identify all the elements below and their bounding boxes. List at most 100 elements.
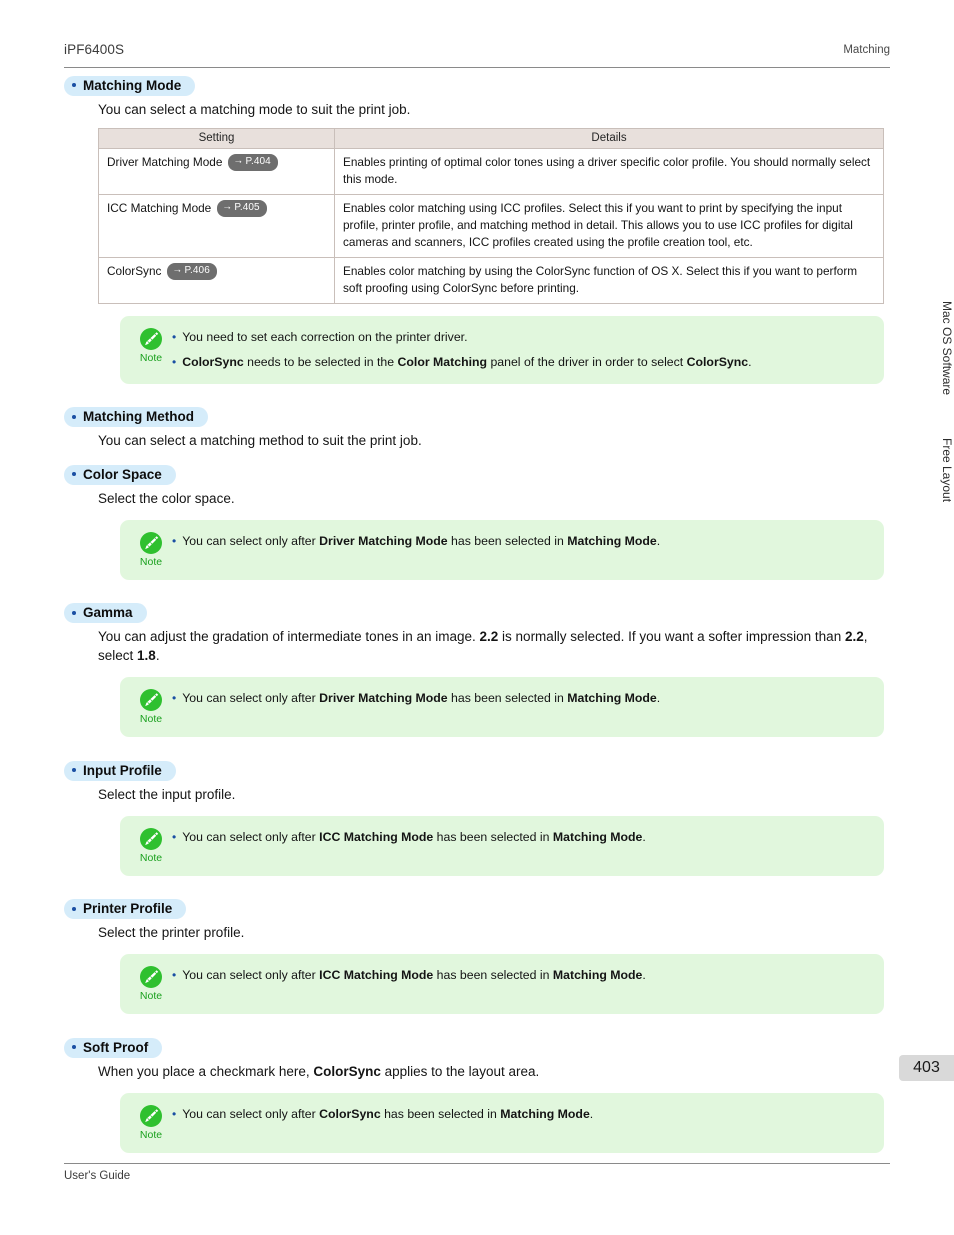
note-text-part: You can select only after	[182, 691, 320, 705]
pencil-note-icon	[140, 966, 162, 988]
note-box-color-space: Note • You can select only after Driver …	[120, 519, 884, 580]
note-emphasis: ICC Matching Mode	[319, 968, 434, 982]
note-text-part: has been selected in	[433, 829, 553, 844]
body-text-part: is normally selected. If you want a soft…	[498, 629, 845, 644]
note-text-part: has been selected in	[447, 691, 568, 705]
body-emphasis: 1.8	[137, 648, 156, 663]
note-content: • You can select only after Driver Match…	[172, 687, 872, 708]
table-row: Driver Matching Mode → P.404 Enables prin…	[98, 147, 884, 195]
note-item: • You can select only after Driver Match…	[172, 532, 872, 551]
page-reference-link[interactable]: → P.405	[217, 199, 267, 217]
arrow-right-icon: →	[233, 155, 244, 166]
note-text-part: needs to be selected in the	[243, 354, 398, 369]
page-number: 403	[899, 1055, 954, 1081]
note-item: • You need to set each correction on the…	[172, 328, 872, 347]
note-emphasis: ColorSync	[686, 354, 749, 369]
page-reference-link[interactable]: → P.406	[167, 262, 217, 280]
bullet-icon	[72, 610, 76, 615]
heading-matching-method: Matching Method	[64, 407, 208, 427]
body-gamma: You can adjust the gradation of intermed…	[98, 627, 888, 665]
body-emphasis: 2.2	[844, 629, 864, 644]
note-content: • You can select only after Driver Match…	[172, 530, 872, 551]
setting-label: Driver Matching Mode	[107, 154, 223, 169]
note-bullet-icon: •	[172, 691, 177, 705]
note-icon-area: Note	[130, 687, 172, 725]
heading-soft-proof: Soft Proof	[64, 1037, 163, 1058]
pencil-note-icon	[140, 531, 162, 554]
note-text-part: has been selected in	[433, 968, 553, 982]
body-emphasis: 2.2	[479, 629, 499, 644]
note-emphasis: Color Matching	[397, 354, 488, 369]
heading-label: Input Profile	[83, 762, 162, 778]
note-text-part: has been selected in	[447, 533, 568, 548]
note-bullet-icon: •	[172, 533, 177, 548]
page-reference-label: P.406	[184, 264, 210, 276]
body-text-part: applies to the layout area.	[380, 1063, 540, 1079]
section-matching-mode: Matching Mode You can select a matching …	[64, 74, 890, 384]
cell-setting: Driver Matching Mode → P.404	[98, 147, 335, 195]
heading-printer-profile: Printer Profile	[64, 899, 187, 919]
heading-label: Gamma	[83, 605, 133, 620]
note-text-part: .	[589, 1106, 594, 1121]
note-bullet-icon: •	[172, 829, 177, 844]
note-label: Note	[139, 1128, 163, 1141]
heading-input-profile: Input Profile	[64, 760, 176, 781]
note-text-part: .	[642, 968, 646, 982]
body-text-part: .	[155, 648, 160, 663]
note-text: You can select only after ColorSync has …	[182, 1105, 872, 1124]
pencil-note-icon	[140, 1104, 162, 1127]
note-text: You can select only after ICC Matching M…	[182, 966, 872, 985]
column-header-setting: Setting	[98, 127, 335, 149]
note-item: • You can select only after ICC Matching…	[172, 966, 872, 985]
section-input-profile: Input Profile Select the input profile. …	[64, 759, 890, 876]
heading-gamma: Gamma	[64, 603, 147, 623]
heading-label: Soft Proof	[83, 1039, 149, 1055]
note-text-part: .	[748, 354, 752, 369]
page-reference-link[interactable]: → P.404	[228, 153, 278, 171]
bullet-icon	[72, 906, 76, 911]
note-text: You can select only after Driver Matchin…	[182, 532, 872, 551]
note-bullet-icon: •	[172, 1106, 177, 1121]
matching-mode-table: Setting Details Driver Matching Mode → P.…	[98, 127, 884, 304]
note-emphasis: ICC Matching Mode	[319, 829, 434, 844]
page-footer: User's Guide	[64, 1163, 890, 1182]
bullet-icon	[72, 768, 76, 772]
page-reference-label: P.404	[245, 155, 271, 167]
note-text-part: You can select only after	[182, 829, 320, 844]
note-bullet-icon: •	[172, 968, 177, 982]
note-text-part: You can select only after	[182, 1106, 320, 1121]
body-text-part: You can adjust the gradation of intermed…	[98, 629, 480, 644]
note-item: • You can select only after Driver Match…	[172, 689, 872, 708]
note-box-soft-proof: Note • You can select only after ColorSy…	[120, 1092, 884, 1153]
note-text-part: You can select only after	[182, 968, 320, 982]
note-icon-area: Note	[130, 1103, 172, 1141]
page-reference-label: P.405	[234, 201, 260, 213]
side-tab-free-layout[interactable]: Free Layout	[890, 400, 954, 540]
bullet-icon	[72, 1045, 76, 1049]
note-label: Note	[139, 555, 163, 568]
body-text-part: When you place a checkmark here,	[98, 1063, 314, 1079]
note-label: Note	[139, 351, 163, 364]
note-emphasis: Driver Matching Mode	[319, 691, 448, 705]
heading-label: Matching Method	[83, 409, 194, 424]
note-content: • You can select only after ColorSync ha…	[172, 1103, 872, 1124]
side-tab-strip: Mac OS Software Free Layout	[890, 0, 954, 1235]
table-row: ICC Matching Mode → P.405 Enables color m…	[98, 193, 884, 258]
arrow-right-icon: →	[172, 264, 183, 275]
note-text: You need to set each correction on the p…	[182, 329, 468, 344]
note-label: Note	[139, 990, 163, 1002]
note-text-part: You can select only after	[182, 533, 320, 548]
note-bullet-icon: •	[172, 329, 177, 344]
pencil-note-icon	[140, 827, 162, 850]
note-label: Note	[139, 713, 163, 725]
note-icon-area: Note	[130, 826, 172, 864]
note-emphasis: ColorSync	[319, 1106, 381, 1121]
table-row: ColorSync → P.406 Enables color matching …	[98, 256, 884, 304]
heading-color-space: Color Space	[64, 464, 176, 485]
note-text-part: panel of the driver in order to select	[487, 354, 687, 369]
body-soft-proof: When you place a checkmark here, ColorSy…	[98, 1062, 888, 1081]
cell-setting: ICC Matching Mode → P.405	[98, 193, 335, 258]
section-matching-method: Matching Method You can select a matchin…	[64, 406, 890, 451]
note-text-part: .	[656, 533, 661, 548]
body-printer-profile: Select the printer profile.	[98, 925, 245, 940]
